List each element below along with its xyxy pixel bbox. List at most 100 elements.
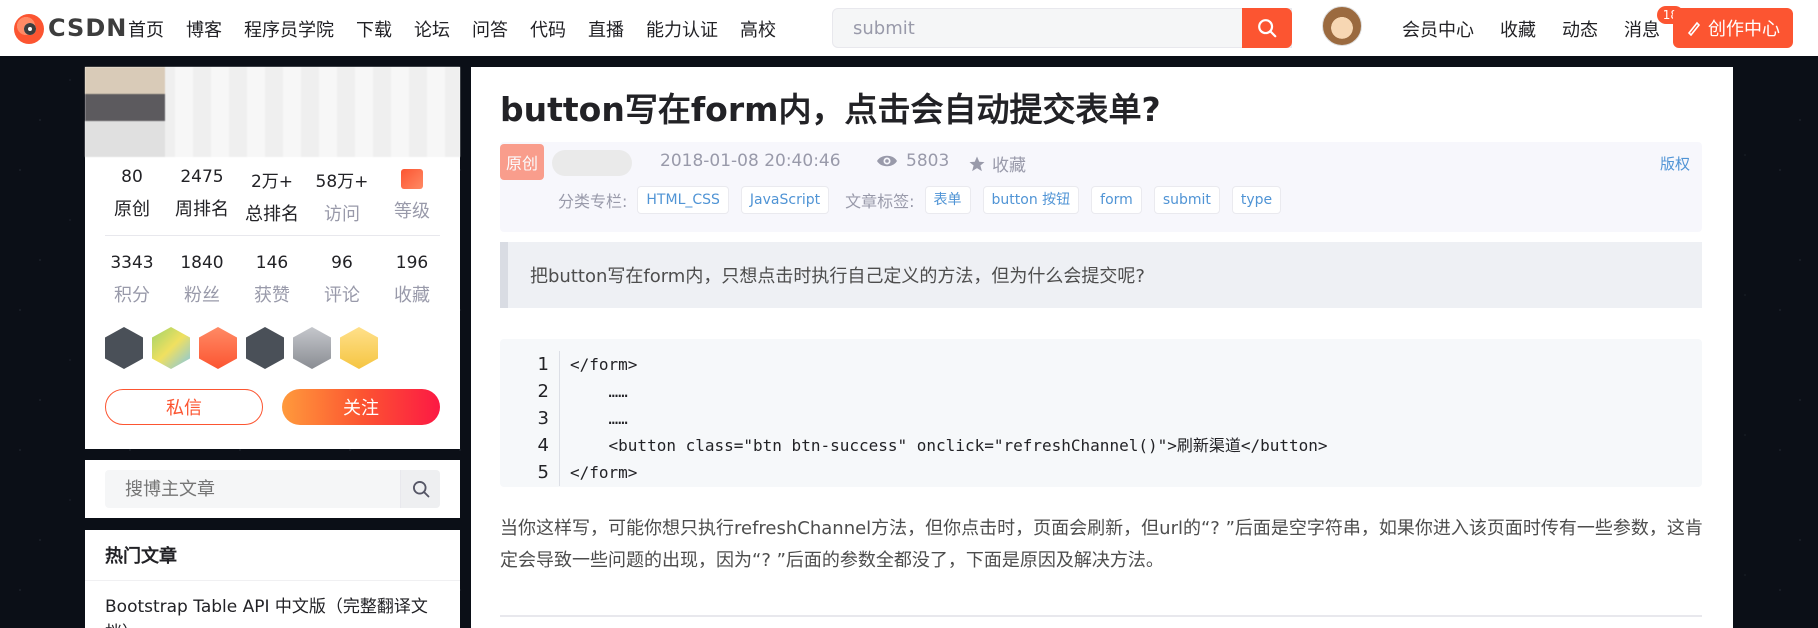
article-tag[interactable]: button 按钮 (982, 186, 1080, 214)
ten-years-medal-icon[interactable] (152, 327, 190, 369)
nav-item-home[interactable]: 首页 (128, 16, 164, 42)
original-tag: 原创 (500, 144, 544, 180)
nav-item-live[interactable]: 直播 (588, 16, 624, 42)
stat-collects: 196 收藏 (377, 253, 447, 307)
csdn-logo[interactable]: CSDN (14, 12, 126, 44)
article-paragraph: 当你这样写，可能你想只执行refreshChannel方法，但你点击时，页面会刷… (500, 518, 1703, 571)
pen-icon (1687, 21, 1701, 36)
site-search-button[interactable] (1242, 8, 1292, 48)
contest-medal-icon[interactable] (246, 327, 284, 369)
code-line: </form> (570, 355, 638, 374)
nav-item-academy[interactable]: 程序员学院 (244, 16, 334, 42)
stat-visits: 58万+ 访问 (307, 167, 377, 226)
line-number: 4 (537, 435, 549, 456)
code-line: </form> (570, 463, 638, 482)
stat-original[interactable]: 80 原创 (97, 167, 167, 226)
top-navbar: CSDN 首页 博客 程序员学院 下载 论坛 问答 代码 直播 能力认证 高校 … (0, 0, 1818, 56)
stat-likes: 146 获赞 (237, 253, 307, 307)
divider (105, 235, 440, 236)
author-name-blurred[interactable] (552, 150, 632, 176)
nav-item-qa[interactable]: 问答 (472, 16, 508, 42)
article-tag[interactable]: type (1231, 186, 1282, 214)
stat-label: 等级 (394, 201, 430, 222)
category-label: 分类专栏: (558, 192, 628, 211)
stat-label: 周排名 (175, 199, 229, 220)
question-blockquote: 把button写在form内，只想点击时执行自己定义的方法，但为什么会提交呢? (500, 242, 1702, 308)
stat-label: 获赞 (254, 285, 290, 306)
code-line: …… (570, 382, 628, 401)
author-profile-card: 80 原创 2475 周排名 2万+ 总排名 58万+ 访问 等级 3343 积… (85, 67, 460, 449)
nav-collections[interactable]: 收藏 (1500, 16, 1536, 42)
collect-button[interactable]: 收藏 (968, 151, 1026, 176)
nav-item-download[interactable]: 下载 (356, 16, 392, 42)
category-tag[interactable]: JavaScript (740, 186, 830, 214)
nav-activity[interactable]: 动态 (1562, 16, 1598, 42)
nav-messages[interactable]: 消息 18 (1624, 6, 1684, 42)
site-search-input[interactable] (833, 9, 1291, 47)
stat-value: 146 (255, 253, 289, 273)
nav-vip-center[interactable]: 会员中心 (1402, 16, 1474, 42)
medal-list (105, 327, 378, 369)
stats-row-2: 3343 积分 1840 粉丝 146 获赞 96 评论 196 收藏 (85, 253, 460, 307)
star-icon (969, 156, 985, 171)
author-avatar[interactable] (85, 67, 165, 157)
collect-label: 收藏 (992, 156, 1026, 176)
code-line: <button class="btn btn-success" onclick=… (570, 436, 1328, 455)
hot-articles-card: 热门文章 Bootstrap Table API 中文版（完整翻译文档） (85, 530, 460, 628)
article-tags: 分类专栏: HTML_CSS JavaScript 文章标签: 表单 butto… (558, 186, 1293, 214)
stat-value: 2475 (180, 167, 224, 187)
nav-item-blog[interactable]: 博客 (186, 16, 222, 42)
stat-week-rank[interactable]: 2475 周排名 (167, 167, 237, 226)
hot-article-link[interactable]: Bootstrap Table API 中文版（完整翻译文档） (105, 594, 445, 628)
stat-value: 80 (121, 167, 143, 187)
divider (85, 580, 460, 581)
author-header-blurred (85, 67, 460, 157)
stat-value: 196 (395, 253, 429, 273)
1024-medal-icon[interactable] (293, 327, 331, 369)
stats-row-1: 80 原创 2475 周排名 2万+ 总排名 58万+ 访问 等级 (85, 167, 460, 226)
stat-label: 评论 (324, 285, 360, 306)
stat-label: 原创 (114, 199, 150, 220)
line-number: 3 (537, 408, 549, 429)
stat-fans[interactable]: 1840 粉丝 (167, 253, 237, 307)
user-avatar[interactable] (1322, 6, 1362, 46)
nav-item-college[interactable]: 高校 (740, 16, 776, 42)
2020-medal-icon[interactable] (199, 327, 237, 369)
article-tag[interactable]: submit (1153, 186, 1220, 214)
main-nav: 首页 博客 程序员学院 下载 论坛 问答 代码 直播 能力认证 高校 (128, 16, 798, 42)
category-tag[interactable]: HTML_CSS (637, 186, 729, 214)
site-search (832, 8, 1292, 48)
logo-text: CSDN (48, 14, 128, 42)
article-title: button写在form内，点击会自动提交表单? (500, 90, 1161, 129)
line-number: 5 (537, 462, 549, 483)
stat-label: 积分 (114, 285, 150, 306)
article-tag[interactable]: 表单 (924, 186, 971, 214)
blog-search (105, 470, 440, 508)
nav-item-cert[interactable]: 能力认证 (646, 16, 718, 42)
blog-search-card (85, 460, 460, 518)
copyright-link[interactable]: 版权 (1660, 153, 1690, 174)
private-message-button[interactable]: 私信 (105, 389, 263, 425)
csdn-logo-icon (14, 14, 44, 44)
line-number: 1 (537, 354, 549, 375)
nav-item-code[interactable]: 代码 (530, 16, 566, 42)
tags-label: 文章标签: (845, 192, 915, 211)
view-count: 5803 (876, 151, 949, 171)
stat-level[interactable]: 等级 (377, 167, 447, 226)
follow-button[interactable]: 关注 (282, 389, 440, 425)
line-number: 2 (537, 381, 549, 402)
stat-label: 收藏 (394, 285, 430, 306)
stat-points: 3343 积分 (97, 253, 167, 307)
code-block[interactable]: 1 2 3 4 5 </form> …… …… <button class="b… (500, 339, 1702, 487)
create-center-button[interactable]: 创作中心 (1673, 8, 1793, 48)
blog-search-button[interactable] (400, 470, 440, 508)
writer-medal-icon[interactable] (340, 327, 378, 369)
blog-search-input[interactable] (105, 470, 400, 508)
stat-total-rank[interactable]: 2万+ 总排名 (237, 167, 307, 226)
github-medal-icon[interactable] (105, 327, 143, 369)
line-numbers: 1 2 3 4 5 (500, 351, 560, 486)
stat-value: 2万+ (250, 172, 294, 192)
stat-value: 1840 (180, 253, 224, 273)
nav-item-forum[interactable]: 论坛 (414, 16, 450, 42)
article-tag[interactable]: form (1091, 186, 1142, 214)
